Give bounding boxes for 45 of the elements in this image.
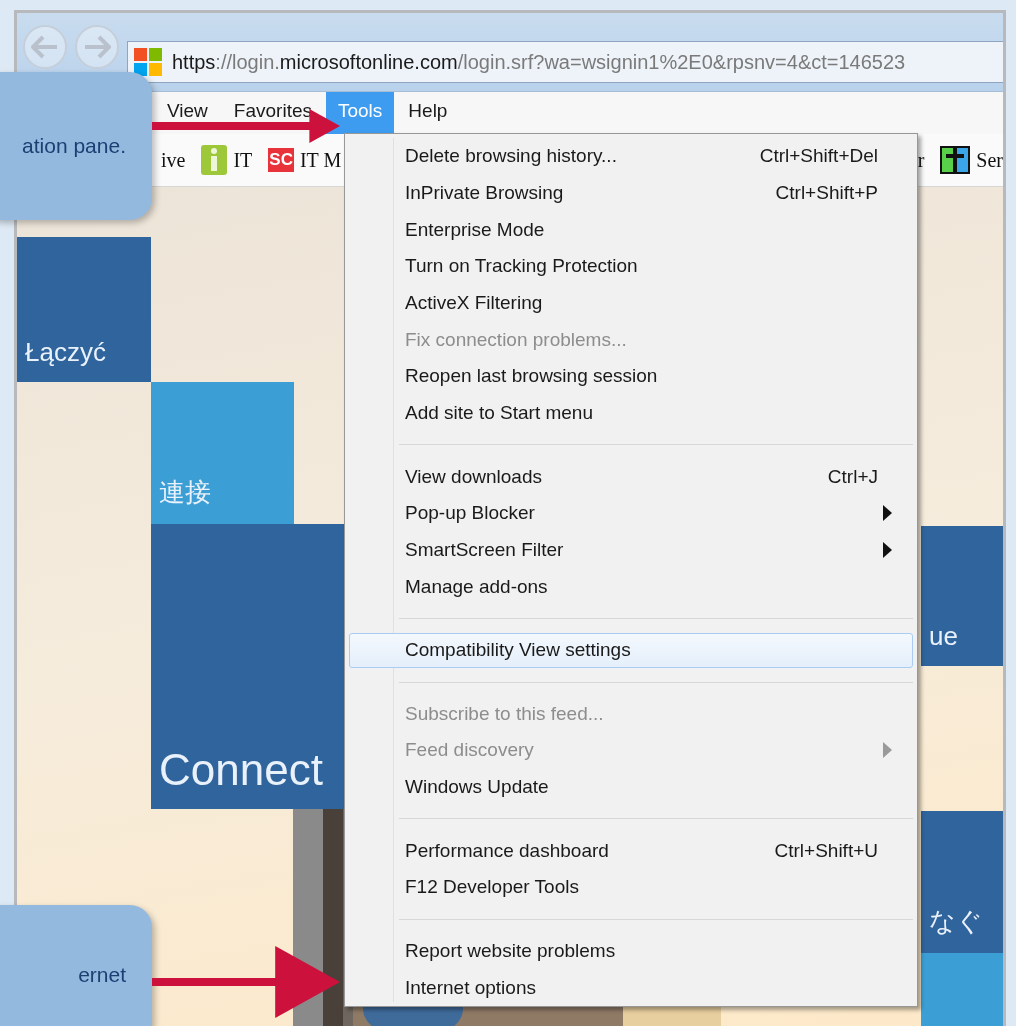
menu-bar-item[interactable]: View <box>155 92 220 122</box>
submenu-arrow-icon <box>883 541 892 558</box>
menu-item[interactable]: Reopen last browsing session <box>349 359 913 394</box>
submenu-arrow-icon <box>883 505 892 522</box>
tile-text: Łączyć <box>25 337 106 368</box>
menu-item[interactable]: Manage add-ons <box>349 569 913 604</box>
favorite-link[interactable]: Ser <box>976 148 1003 172</box>
back-arrow-icon <box>31 35 59 59</box>
favorite-link[interactable]: ive <box>161 148 186 172</box>
menu-item[interactable]: Turn on Tracking Protection <box>349 249 913 284</box>
back-button[interactable] <box>23 25 67 69</box>
badge-icon: SC <box>268 148 294 172</box>
windows-logo-icon <box>134 48 162 76</box>
menu-item[interactable]: SmartScreen Filter <box>349 532 913 568</box>
tile-text: ue <box>929 621 958 652</box>
menu-bar-item[interactable]: Help <box>396 92 460 122</box>
menu-item[interactable]: Report website problems <box>349 933 913 969</box>
menu-item[interactable]: View downloads Ctrl+J <box>349 459 913 494</box>
menu-item[interactable]: ActiveX Filtering <box>349 285 913 321</box>
favorite-link[interactable]: IT <box>233 148 253 172</box>
submenu-arrow-icon <box>883 742 892 759</box>
grid-icon <box>940 146 971 174</box>
menu-item[interactable]: Enterprise Mode <box>349 212 913 247</box>
menu-item[interactable]: Compatibility View settings <box>349 632 913 668</box>
menu-item[interactable]: Add site to Start menu <box>349 395 913 431</box>
menu-item[interactable]: InPrivate Browsing Ctrl+Shift+P <box>349 175 913 211</box>
menu-item[interactable]: Pop-up Blocker <box>349 495 913 531</box>
menu-item[interactable]: Windows Update <box>349 769 913 805</box>
tile-text: Connect <box>159 745 323 795</box>
callout-text: ation pane. <box>22 134 126 158</box>
menu-item[interactable]: Performance dashboard Ctrl+Shift+U <box>349 833 913 869</box>
tile-text: 連接 <box>159 476 211 509</box>
menu-item[interactable]: Delete browsing history... Ctrl+Shift+Del <box>349 139 913 174</box>
address-field[interactable]: https://login.microsoftonline.com/login.srf?wa=wsignin1%2E0&rpsnv=4&ct=146523 <box>127 41 1003 83</box>
menu-item[interactable]: Internet options <box>349 970 913 1005</box>
callout-text: ernet <box>78 963 126 987</box>
menu-item[interactable]: F12 Developer Tools <box>349 870 913 905</box>
menu-bar-item[interactable]: Favorites <box>221 92 324 122</box>
url-text: https://login.microsoftonline.com/login.srf?wa=wsignin1%2E0&rpsnv=4&ct=146523 <box>172 50 906 74</box>
favorite-link[interactable]: r <box>917 148 925 172</box>
forward-arrow-icon <box>83 35 111 59</box>
tile-text: なぐ <box>929 905 983 938</box>
forward-button[interactable] <box>75 25 119 69</box>
favorite-link[interactable]: IT M <box>299 148 342 172</box>
info-icon <box>201 145 228 175</box>
